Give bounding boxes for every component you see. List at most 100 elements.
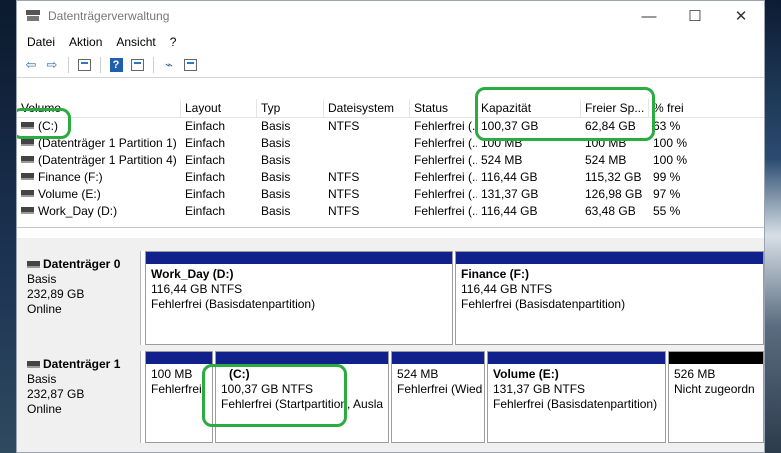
cell-layout: Einfach — [185, 187, 226, 201]
toolbar-separator — [100, 57, 101, 73]
disk-size: 232,89 GB — [27, 287, 85, 301]
toolbar-separator — [153, 57, 154, 73]
cell-typ: Basis — [261, 136, 291, 150]
unallocated-bar — [669, 352, 763, 364]
col-header-dateisystem[interactable]: Dateisystem — [324, 99, 410, 117]
partition-title: (C:) — [229, 367, 250, 381]
cell-volume: (Datenträger 1 Partition 1) — [17, 135, 181, 152]
table-row[interactable]: Volume (E:) Einfach Basis NTFS Fehlerfre… — [17, 186, 764, 203]
partition-status: Nicht zugeordn — [674, 382, 755, 396]
disk-row-1[interactable]: Datenträger 1 Basis 232,87 GB Online 100… — [17, 351, 764, 443]
minimize-button[interactable]: — — [626, 1, 672, 31]
table-row[interactable]: (Datenträger 1 Partition 4) Einfach Basi… — [17, 152, 764, 169]
partition-bar — [146, 352, 212, 364]
title-bar[interactable]: Datenträgerverwaltung — ☐ ✕ — [17, 1, 764, 31]
col-header-kapazitaet[interactable]: Kapazität — [477, 99, 581, 117]
partition-bar — [146, 252, 452, 264]
table-row[interactable]: (Datenträger 1 Partition 1) Einfach Basi… — [17, 135, 764, 152]
disk-icon — [27, 261, 40, 268]
partition-status: Fehlerfrei — [151, 382, 202, 396]
cell-prozent-frei: 100 % — [653, 153, 688, 167]
volume-icon — [21, 207, 34, 215]
partition-status: Fehlerfrei (Wied — [397, 382, 483, 396]
cell-kapazitaet: 131,37 GB — [481, 187, 539, 201]
cell-typ: Basis — [261, 187, 291, 201]
volume-icon — [21, 173, 34, 181]
table-row[interactable]: Finance (F:) Einfach Basis NTFS Fehlerfr… — [17, 169, 764, 186]
partition-finance[interactable]: Finance (F:) 116,44 GB NTFS Fehlerfrei (… — [455, 251, 764, 345]
col-header-prozent-frei[interactable]: % frei — [649, 99, 764, 117]
cell-dateisystem: NTFS — [328, 187, 360, 201]
disk-row-0[interactable]: Datenträger 0 Basis 232,89 GB Online Wor… — [17, 251, 764, 345]
partition-bar — [456, 252, 763, 264]
col-header-freier-speicher[interactable]: Freier Sp... — [581, 99, 649, 117]
forward-arrow-icon[interactable]: ⇨ — [42, 56, 62, 74]
window-title: Datenträgerverwaltung — [48, 9, 170, 23]
col-header-typ[interactable]: Typ — [257, 99, 324, 117]
help-icon[interactable]: ? — [106, 56, 126, 74]
partition-size: 116,44 GB NTFS — [461, 282, 553, 296]
disk-state: Online — [27, 302, 62, 316]
cell-freier-speicher: 63,48 GB — [585, 204, 636, 218]
col-header-volume[interactable]: Volume — [17, 99, 181, 117]
partition-bar — [392, 352, 484, 364]
volume-icon — [21, 190, 34, 198]
cell-prozent-frei: 99 % — [653, 170, 681, 184]
partition-system-reserved[interactable]: 100 MB Fehlerfrei — [145, 351, 213, 443]
cell-dateisystem: NTFS — [328, 119, 360, 133]
partition-c[interactable]: (C:) 100,37 GB NTFS Fehlerfrei (Startpar… — [215, 351, 389, 443]
partition-work-day[interactable]: Work_Day (D:) 116,44 GB NTFS Fehlerfrei … — [145, 251, 453, 345]
partition-bar — [216, 352, 388, 364]
partition-recovery[interactable]: 524 MB Fehlerfrei (Wied — [391, 351, 485, 443]
cell-dateisystem: NTFS — [328, 204, 360, 218]
partition-title: Volume (E:) — [493, 367, 559, 381]
partition-title: Finance (F:) — [461, 267, 529, 281]
partition-size: 131,37 GB NTFS — [493, 382, 586, 396]
cell-status: Fehlerfrei (... — [414, 187, 477, 201]
partition-status: Fehlerfrei (Basisdatenpartition) — [461, 297, 626, 311]
properties-checklist-icon[interactable] — [180, 56, 200, 74]
cell-freier-speicher: 100 MB — [585, 136, 627, 150]
col-header-status[interactable]: Status — [410, 99, 477, 117]
cell-volume: (C:) — [17, 118, 181, 135]
desktop-background-left — [0, 0, 16, 453]
partition-status: Fehlerfrei (Basisdatenpartition) — [151, 297, 316, 311]
cell-dateisystem — [324, 135, 410, 152]
disk-info-0[interactable]: Datenträger 0 Basis 232,89 GB Online — [17, 251, 141, 345]
back-arrow-icon[interactable]: ⇦ — [21, 56, 41, 74]
table-row[interactable]: (C:) Einfach Basis NTFS Fehlerfrei (... … — [17, 118, 764, 135]
menu-ansicht[interactable]: Ansicht — [109, 35, 162, 49]
cell-layout: Einfach — [185, 170, 226, 184]
connect-drive-icon[interactable]: ⌁ — [159, 56, 179, 74]
maximize-button[interactable]: ☐ — [672, 1, 718, 31]
partition-volume-e[interactable]: Volume (E:) 131,37 GB NTFS Fehlerfrei (B… — [487, 351, 666, 443]
cell-typ: Basis — [261, 170, 291, 184]
cell-layout: Einfach — [185, 204, 226, 218]
partition-status: Fehlerfrei (Basisdatenpartition) — [493, 397, 658, 411]
console-tree-icon[interactable] — [74, 56, 94, 74]
menu-bar: Datei Aktion Ansicht ? — [17, 31, 764, 53]
partition-size: 100 MB — [151, 367, 193, 381]
menu-help[interactable]: ? — [163, 35, 184, 49]
cell-prozent-frei: 55 % — [653, 204, 681, 218]
partition-size: 524 MB — [397, 367, 439, 381]
menu-aktion[interactable]: Aktion — [62, 35, 109, 49]
col-header-layout[interactable]: Layout — [181, 99, 257, 117]
partition-size: 526 MB — [674, 367, 716, 381]
toolbar: ⇦ ⇨ ? ⌁ — [17, 53, 764, 78]
disk-size: 232,87 GB — [27, 387, 85, 401]
cell-prozent-frei: 63 % — [653, 119, 681, 133]
cell-volume: Work_Day (D:) — [17, 203, 181, 220]
disk-info-1[interactable]: Datenträger 1 Basis 232,87 GB Online — [17, 351, 141, 443]
cell-prozent-frei: 100 % — [653, 136, 688, 150]
cell-status: Fehlerfrei (... — [414, 170, 477, 184]
menu-datei[interactable]: Datei — [20, 35, 62, 49]
cell-kapazitaet: 100,37 GB — [481, 119, 539, 133]
partition-unallocated[interactable]: 526 MB Nicht zugeordn — [668, 351, 764, 443]
table-row[interactable]: Work_Day (D:) Einfach Basis NTFS Fehlerf… — [17, 203, 764, 220]
close-button[interactable]: ✕ — [718, 1, 764, 31]
cell-kapazitaet: 116,44 GB — [481, 170, 538, 184]
action-pane-icon[interactable] — [127, 56, 147, 74]
partition-title: Work_Day (D:) — [151, 267, 234, 281]
cell-dateisystem — [324, 152, 410, 169]
